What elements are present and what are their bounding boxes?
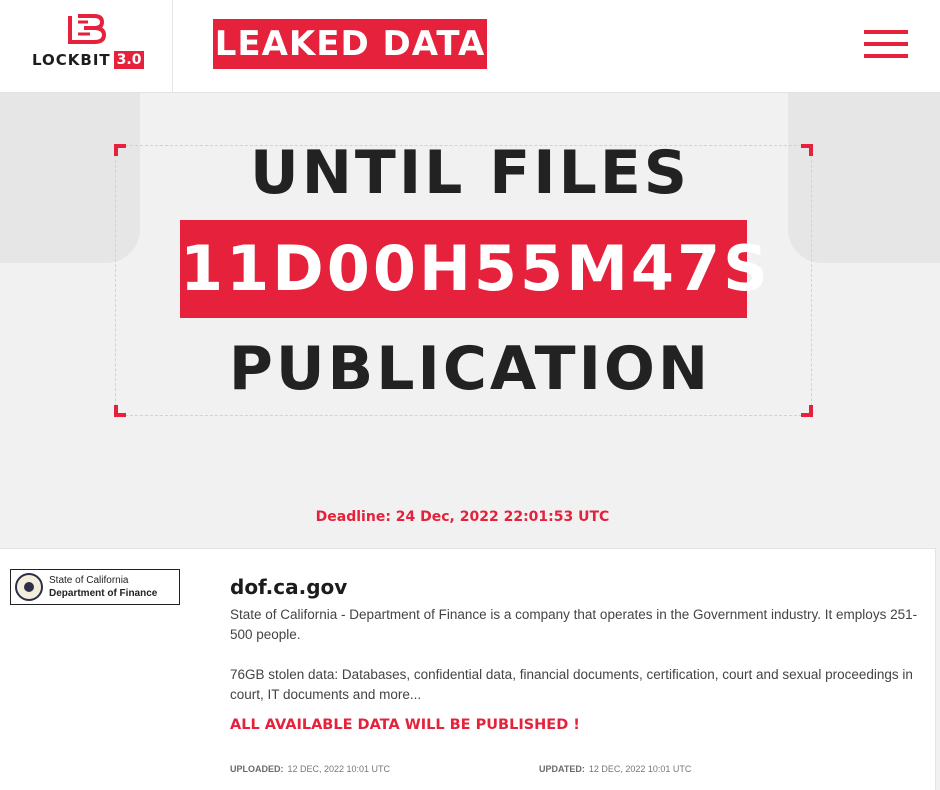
stolen-data-summary: 76GB stolen data: Databases, confidentia… bbox=[230, 667, 913, 702]
victim-logo-line-1: State of California bbox=[49, 575, 129, 586]
frame-corner bbox=[114, 405, 126, 417]
brand-logo[interactable]: LOCKBIT 3.0 bbox=[0, 0, 173, 93]
deadline-text: Deadline: 24 Dec, 2022 22:01:53 UTC bbox=[315, 509, 610, 525]
frame-corner bbox=[801, 405, 813, 417]
uploaded-meta: UPLOADED: 12 DEC, 2022 10:01 UTC bbox=[230, 764, 390, 774]
site-header: LOCKBIT 3.0 LEAKED DATA bbox=[0, 0, 940, 93]
brand-version: 3.0 bbox=[113, 51, 145, 69]
updated-value: 12 DEC, 2022 10:01 UTC bbox=[588, 764, 692, 774]
victim-logo: State of California Department of Financ… bbox=[10, 569, 180, 605]
uploaded-label: UPLOADED: bbox=[230, 764, 284, 774]
brand-wordmark: LOCKBIT 3.0 bbox=[32, 51, 145, 69]
lockbit-logo-icon bbox=[68, 14, 107, 44]
countdown-timer: 11D00H55M47S bbox=[180, 220, 768, 318]
hamburger-menu-icon[interactable] bbox=[864, 30, 908, 58]
victim-domain: dof.ca.gov bbox=[230, 575, 348, 599]
timer-heading-bottom: PUBLICATION bbox=[228, 334, 712, 404]
updated-label: UPDATED: bbox=[539, 764, 585, 774]
state-seal-icon bbox=[15, 573, 43, 601]
victim-logo-line-2: Department of Finance bbox=[49, 588, 158, 599]
leaked-data-badge[interactable]: LEAKED DATA bbox=[213, 19, 487, 69]
publication-warning: ALL AVAILABLE DATA WILL BE PUBLISHED ! bbox=[230, 717, 580, 733]
uploaded-value: 12 DEC, 2022 10:01 UTC bbox=[287, 764, 391, 774]
victim-description: State of California - Department of Fina… bbox=[230, 607, 918, 642]
victim-card: State of California Department of Financ… bbox=[0, 548, 936, 790]
timer-heading-top: UNTIL FILES bbox=[249, 138, 691, 208]
brand-name: LOCKBIT bbox=[32, 51, 111, 69]
updated-meta: UPDATED: 12 DEC, 2022 10:01 UTC bbox=[539, 764, 691, 774]
